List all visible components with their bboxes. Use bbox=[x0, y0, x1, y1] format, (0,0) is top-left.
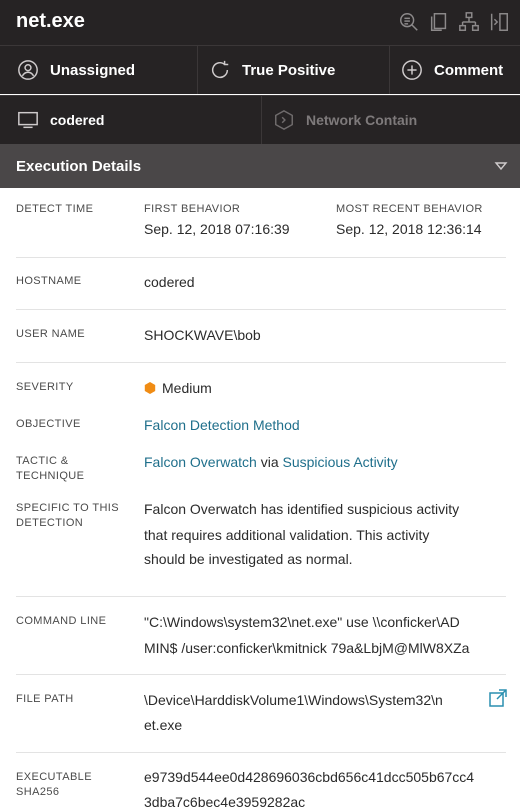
tactic-label-line2: TECHNIQUE bbox=[16, 470, 85, 482]
specific-line-3: should be investigated as normal. bbox=[144, 551, 353, 567]
copy-pages-icon[interactable] bbox=[424, 8, 454, 36]
action-row-primary: Unassigned True Positive Comment bbox=[0, 45, 520, 94]
panel-collapse-icon[interactable] bbox=[484, 8, 514, 36]
username-value: SHOCKWAVE\bob bbox=[144, 327, 261, 343]
recent-behavior-label: MOST RECENT BEHAVIOR bbox=[336, 203, 483, 215]
specific-line-1: Falcon Overwatch has identified suspicio… bbox=[144, 501, 460, 517]
action-row-host: codered Network Contain bbox=[0, 95, 520, 144]
add-comment-icon bbox=[400, 58, 424, 82]
assign-button[interactable]: Unassigned bbox=[0, 46, 198, 94]
filepath-line-1: \Device\HarddiskVolume1\Windows\System32… bbox=[144, 692, 443, 708]
section-title: Execution Details bbox=[16, 158, 142, 175]
cmdline-line-2: MIN$ /user:conficker\kmitnick 79a&LbjM@M… bbox=[144, 640, 470, 656]
divider bbox=[16, 362, 506, 363]
severity-label: SEVERITY bbox=[16, 381, 74, 393]
network-contain-icon bbox=[272, 108, 296, 132]
network-contain-label: Network Contain bbox=[306, 112, 418, 128]
title-toolbar bbox=[394, 8, 514, 36]
severity-hexagon-icon bbox=[144, 382, 156, 394]
filepath-line-2: et.exe bbox=[144, 717, 183, 733]
severity-value: Medium bbox=[144, 375, 212, 401]
divider bbox=[16, 309, 506, 310]
tactic-label-line1: TACTIC & bbox=[16, 455, 69, 467]
sha-line-2: 3dba7c6bec4e3959282ac bbox=[144, 794, 306, 810]
detect-time-label: DETECT TIME bbox=[16, 203, 94, 215]
filepath-label: FILE PATH bbox=[16, 693, 74, 705]
process-tree-icon[interactable] bbox=[454, 8, 484, 36]
recent-behavior-value: Sep. 12, 2018 12:36:14 bbox=[336, 221, 482, 237]
tactic-via: via bbox=[260, 454, 279, 470]
hostname-value: codered bbox=[144, 274, 195, 290]
network-contain-button[interactable]: Network Contain bbox=[262, 96, 520, 144]
specific-label-line2: DETECTION bbox=[16, 517, 84, 529]
host-label: codered bbox=[50, 112, 105, 128]
specific-label-line1: SPECIFIC TO THIS bbox=[16, 502, 119, 514]
status-label: True Positive bbox=[242, 61, 336, 79]
cmdline-label: COMMAND LINE bbox=[16, 615, 107, 627]
hostname-label: HOSTNAME bbox=[16, 275, 82, 287]
objective-label: OBJECTIVE bbox=[16, 418, 81, 430]
tactic-link[interactable]: Falcon Overwatch bbox=[144, 454, 257, 470]
sha-label-line2: SHA256 bbox=[16, 786, 60, 798]
username-label: USER NAME bbox=[16, 328, 85, 340]
divider bbox=[16, 674, 506, 675]
status-cycle-icon bbox=[208, 58, 232, 82]
objective-link[interactable]: Falcon Detection Method bbox=[144, 412, 300, 438]
sha-label-line1: EXECUTABLE bbox=[16, 771, 92, 783]
open-file-icon[interactable] bbox=[488, 688, 508, 708]
comment-label: Comment bbox=[434, 61, 504, 79]
divider bbox=[16, 257, 506, 258]
computer-icon bbox=[16, 108, 40, 132]
chevron-down-icon bbox=[494, 162, 508, 171]
first-behavior-value: Sep. 12, 2018 07:16:39 bbox=[144, 221, 290, 237]
cmdline-line-1: "C:\Windows\system32\net.exe" use \\conf… bbox=[144, 614, 460, 630]
tactic-technique-value: Falcon Overwatch via Suspicious Activity bbox=[144, 449, 398, 475]
technique-link[interactable]: Suspicious Activity bbox=[283, 454, 398, 470]
divider bbox=[16, 596, 506, 597]
user-circle-icon bbox=[16, 58, 40, 82]
first-behavior-label: FIRST BEHAVIOR bbox=[144, 203, 241, 215]
specific-line-2: that requires additional validation. Thi… bbox=[144, 527, 430, 543]
page-title: net.exe bbox=[16, 10, 85, 32]
severity-text: Medium bbox=[162, 380, 212, 396]
divider bbox=[16, 752, 506, 753]
host-button[interactable]: codered bbox=[0, 96, 262, 144]
status-button[interactable]: True Positive bbox=[198, 46, 390, 94]
search-list-icon[interactable] bbox=[394, 8, 424, 36]
sha-line-1: e9739d544ee0d428696036cbd656c41dcc505b67… bbox=[144, 769, 475, 785]
execution-details-header[interactable]: Execution Details bbox=[0, 144, 520, 188]
comment-button[interactable]: Comment bbox=[390, 46, 520, 94]
assign-label: Unassigned bbox=[50, 61, 136, 79]
title-bar: net.exe bbox=[0, 0, 520, 45]
